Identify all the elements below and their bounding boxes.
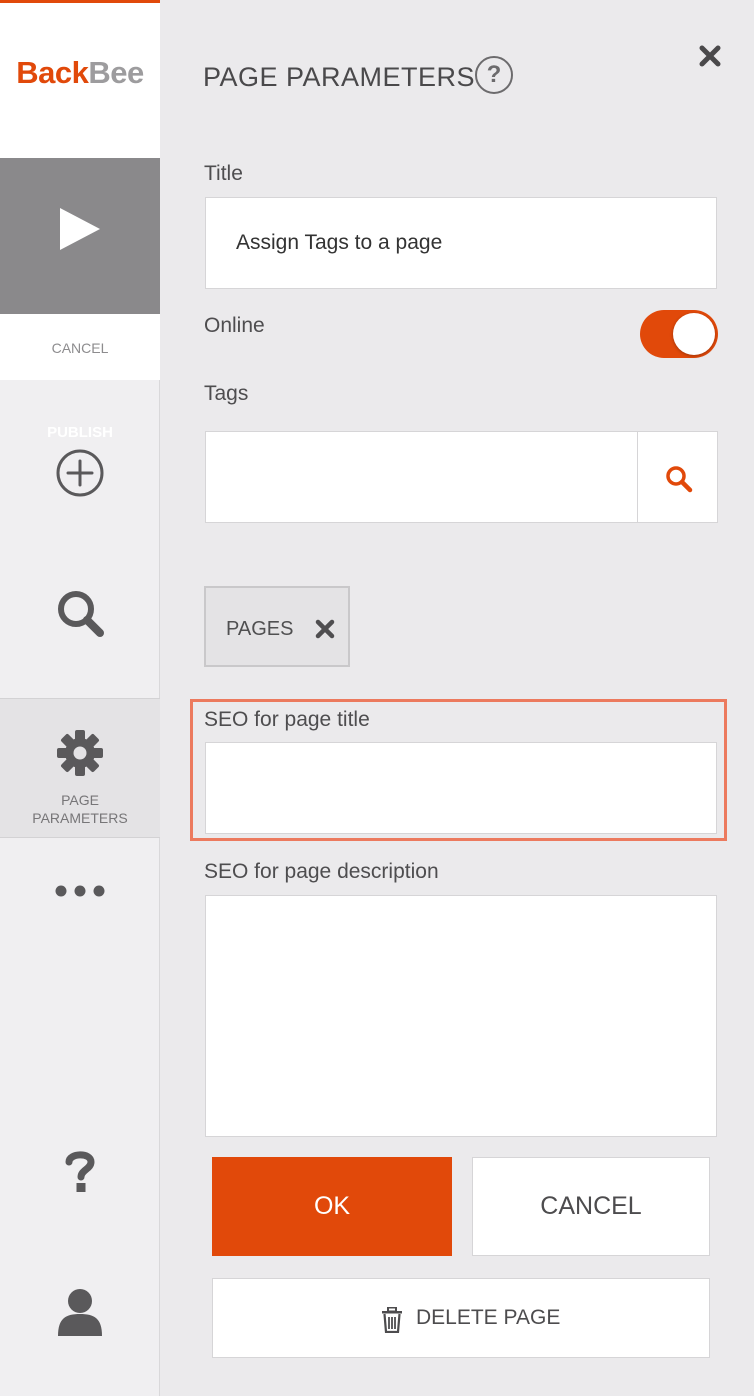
seo-title-label: SEO for page title xyxy=(204,708,370,731)
delete-page-button[interactable]: DELETE PAGE xyxy=(212,1278,710,1358)
help-circle-icon[interactable]: ? xyxy=(475,56,513,94)
search-icon xyxy=(58,591,104,637)
page-parameters-label: PAGE PARAMETERS xyxy=(0,791,160,827)
close-icon xyxy=(699,45,721,67)
title-input[interactable] xyxy=(205,197,717,289)
add-page-button[interactable] xyxy=(55,448,105,503)
sidebar: BackBee PUBLISH CANCEL PAGE PARAMETERS xyxy=(0,0,160,1396)
sidebar-item-page-parameters[interactable]: PAGE PARAMETERS xyxy=(0,698,160,838)
help-button[interactable] xyxy=(64,1150,96,1199)
seo-description-input[interactable] xyxy=(205,895,717,1137)
search-button[interactable] xyxy=(56,589,106,644)
seo-title-input[interactable] xyxy=(205,742,717,834)
close-panel-button[interactable] xyxy=(698,44,722,73)
user-icon xyxy=(58,1289,102,1336)
tags-label: Tags xyxy=(204,382,249,405)
seo-description-label: SEO for page description xyxy=(204,860,439,883)
search-icon xyxy=(666,466,693,493)
publish-button[interactable]: PUBLISH xyxy=(0,158,160,441)
brand-logo-part2: Bee xyxy=(88,55,144,90)
play-icon xyxy=(60,208,100,250)
cancel-button[interactable]: CANCEL xyxy=(472,1157,710,1256)
online-toggle[interactable] xyxy=(640,310,718,358)
delete-page-label: DELETE PAGE xyxy=(416,1306,561,1329)
publish-label: PUBLISH xyxy=(47,424,113,441)
trash-icon xyxy=(382,1307,402,1333)
brand-logo[interactable]: BackBee xyxy=(0,55,160,91)
tag-chip-label: PAGES xyxy=(226,618,294,640)
online-label: Online xyxy=(204,314,265,337)
user-account-button[interactable] xyxy=(58,1288,102,1341)
tag-chip: PAGES xyxy=(204,586,350,667)
ok-button[interactable]: OK xyxy=(212,1157,452,1256)
tag-chip-remove-button[interactable] xyxy=(314,618,336,645)
page-parameters-label-line1: PAGE xyxy=(61,792,99,808)
more-dots-icon xyxy=(55,885,105,897)
cancel-publish-button[interactable]: CANCEL xyxy=(0,314,160,380)
logo-area: BackBee xyxy=(0,0,160,158)
brand-logo-part1: Back xyxy=(16,55,89,90)
page-title: PAGE PARAMETERS xyxy=(203,62,476,92)
tags-input[interactable] xyxy=(205,431,638,523)
more-button[interactable] xyxy=(55,883,105,904)
toggle-knob xyxy=(673,313,715,355)
help-icon xyxy=(65,1151,95,1192)
cancel-publish-label: CANCEL xyxy=(51,340,109,356)
close-icon xyxy=(315,619,335,639)
gear-icon xyxy=(57,730,103,776)
title-label: Title xyxy=(204,162,243,185)
page-parameters-label-line2: PARAMETERS xyxy=(32,810,128,826)
add-circle-icon xyxy=(56,449,104,497)
tags-search-button[interactable] xyxy=(637,431,718,523)
